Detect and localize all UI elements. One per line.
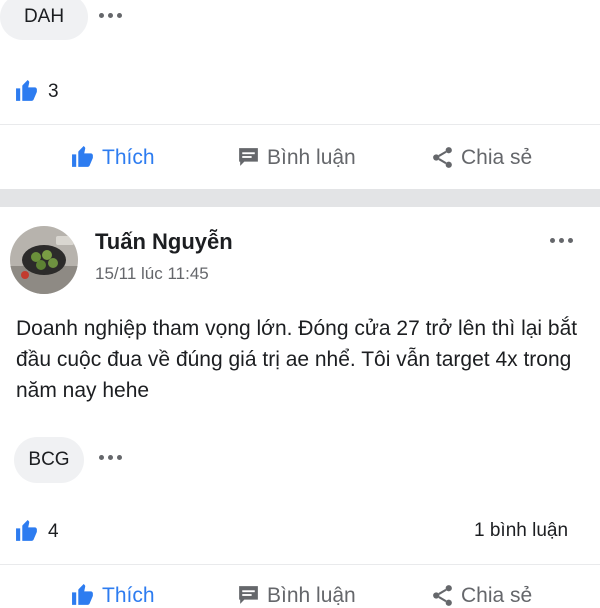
more-icon[interactable] <box>550 238 573 243</box>
post-content: Doanh nghiệp tham vọng lớn. Đóng cửa 27 … <box>16 317 578 402</box>
avatar[interactable] <box>10 226 78 294</box>
post-timestamp[interactable]: 15/11 lúc 11:45 <box>95 264 209 284</box>
share-icon <box>433 147 452 168</box>
share-icon <box>433 585 452 606</box>
post-separator <box>0 189 600 207</box>
comment-button[interactable]: Bình luận <box>236 583 356 608</box>
more-icon[interactable] <box>99 455 122 460</box>
like-count: 4 <box>48 521 59 542</box>
thumbs-up-icon <box>72 146 93 167</box>
comment-label: Bình luận <box>267 145 356 169</box>
share-label: Chia sẻ <box>461 145 533 169</box>
thumbs-up-icon <box>16 80 37 101</box>
like-button[interactable]: Thích <box>71 145 155 170</box>
like-label: Thích <box>102 583 155 607</box>
share-label: Chia sẻ <box>461 583 533 607</box>
thumbs-up-icon <box>72 584 93 605</box>
tag-chip-dah[interactable]: DAH <box>0 0 88 40</box>
like-count: 3 <box>48 81 59 102</box>
like-label: Thích <box>102 145 155 169</box>
tag-chip-bcg[interactable]: BCG <box>14 437 84 483</box>
comment-icon <box>239 148 258 166</box>
more-icon[interactable] <box>99 13 122 18</box>
comment-button[interactable]: Bình luận <box>236 145 356 170</box>
divider <box>0 124 600 125</box>
comment-count[interactable]: 1 bình luận <box>474 520 568 542</box>
author-name[interactable]: Tuấn Nguyễn <box>95 229 233 255</box>
share-button[interactable]: Chia sẻ <box>430 145 532 170</box>
divider <box>0 564 600 565</box>
comment-label: Bình luận <box>267 583 356 607</box>
tag-chip-label: DAH <box>23 6 65 27</box>
thumbs-up-icon <box>16 520 37 541</box>
comment-icon <box>239 586 258 604</box>
like-button[interactable]: Thích <box>71 583 155 608</box>
tag-chip-label: BCG <box>28 449 70 470</box>
share-button[interactable]: Chia sẻ <box>430 583 532 608</box>
